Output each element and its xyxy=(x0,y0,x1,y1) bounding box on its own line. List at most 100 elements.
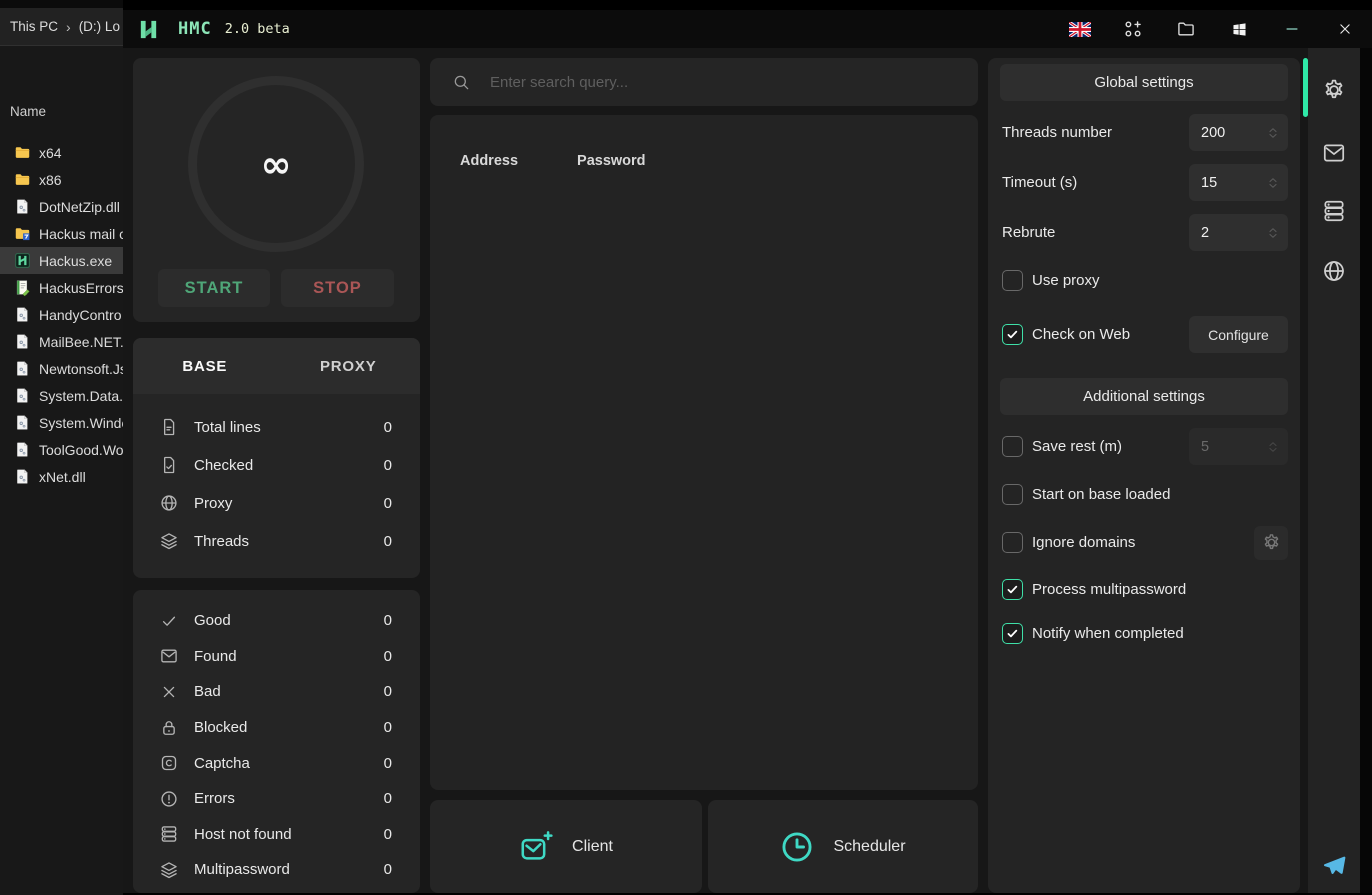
use-proxy-label: Use proxy xyxy=(1032,272,1100,289)
start-on-base-checkbox[interactable] xyxy=(1002,484,1023,505)
minimize-button[interactable] xyxy=(1281,18,1303,40)
start-on-base-row: Start on base loaded xyxy=(1002,476,1288,513)
stat-label: Host not found xyxy=(194,826,384,843)
windows-logo-icon xyxy=(1231,21,1248,38)
scheduler-button-label: Scheduler xyxy=(833,838,905,856)
file-row[interactable]: DotNetZip.dll xyxy=(0,193,123,220)
mail-icon xyxy=(1321,140,1347,166)
file-icon xyxy=(14,306,31,323)
tab-proxy[interactable]: PROXY xyxy=(277,338,421,394)
apps-add-button[interactable] xyxy=(1122,18,1144,40)
use-proxy-checkbox[interactable] xyxy=(1002,270,1023,291)
search-icon xyxy=(452,73,471,92)
rebrute-input[interactable]: 2 xyxy=(1189,214,1288,251)
ignore-domains-configure-button[interactable] xyxy=(1254,526,1288,560)
global-settings-header: Global settings xyxy=(1000,64,1288,101)
breadcrumb-drive[interactable]: (D:) Lo xyxy=(79,19,120,34)
stat-label: Errors xyxy=(194,790,384,807)
threads-number-input[interactable]: 200 xyxy=(1189,114,1288,151)
client-button-label: Client xyxy=(572,838,613,856)
explorer-top-strip xyxy=(0,0,123,8)
configure-button[interactable]: Configure xyxy=(1189,316,1288,353)
file-name: x86 xyxy=(39,172,62,188)
stat-value: 0 xyxy=(384,790,392,807)
timeout-label: Timeout (s) xyxy=(1002,174,1077,191)
mail-plus-icon xyxy=(519,830,553,864)
file-row[interactable]: System.Data.S xyxy=(0,382,123,409)
file-row[interactable]: Newtonsoft.Js xyxy=(0,355,123,382)
sidebar-settings-button[interactable] xyxy=(1308,73,1360,107)
file-name: Hackus mail c xyxy=(39,226,123,242)
hmc-app-window: HMC 2.0 beta ∞ START STOP BASE PROXY Tot xyxy=(123,10,1372,893)
file-name: System.Data.S xyxy=(39,388,123,404)
stop-button[interactable]: STOP xyxy=(281,269,394,307)
notify-completed-label: Notify when completed xyxy=(1032,625,1184,642)
nav-sidebar xyxy=(1308,48,1360,893)
sidebar-mail-button[interactable] xyxy=(1308,136,1360,170)
uk-flag-icon xyxy=(1069,22,1091,37)
timeout-row: Timeout (s) 15 xyxy=(1002,164,1288,201)
sidebar-web-button[interactable] xyxy=(1308,254,1360,288)
spinner-icon[interactable] xyxy=(1265,175,1281,191)
client-button[interactable]: Client xyxy=(430,800,702,893)
language-flag-button[interactable] xyxy=(1069,18,1091,40)
column-header-address: Address xyxy=(460,153,518,169)
start-button[interactable]: START xyxy=(158,269,270,307)
folder-icon xyxy=(1176,19,1196,39)
notify-completed-checkbox[interactable] xyxy=(1002,623,1023,644)
process-multipassword-checkbox[interactable] xyxy=(1002,579,1023,600)
file-row[interactable]: Hackus.exe xyxy=(0,247,123,274)
app-version: 2.0 beta xyxy=(225,21,290,37)
stat-label: Captcha xyxy=(194,755,384,772)
file-row[interactable]: HackusErrors. xyxy=(0,274,123,301)
stat-label: Good xyxy=(194,612,384,629)
file-row[interactable]: System.Windo xyxy=(0,409,123,436)
check-on-web-checkbox[interactable] xyxy=(1002,324,1023,345)
stat-value: 0 xyxy=(384,719,392,736)
file-row[interactable]: HandyContro xyxy=(0,301,123,328)
breadcrumb-this-pc[interactable]: This PC xyxy=(10,19,58,34)
save-rest-input[interactable]: 5 xyxy=(1189,428,1288,465)
file-icon xyxy=(14,144,31,161)
gear-icon xyxy=(1321,77,1347,103)
file-row[interactable]: Hackus mail c xyxy=(0,220,123,247)
file-row[interactable]: ToolGood.Wo xyxy=(0,436,123,463)
windows-button[interactable] xyxy=(1228,18,1250,40)
file-row[interactable]: x86 xyxy=(0,166,123,193)
stat-value: 0 xyxy=(384,861,392,878)
timeout-input[interactable]: 15 xyxy=(1189,164,1288,201)
telegram-button[interactable] xyxy=(1308,848,1360,882)
file-icon xyxy=(14,414,31,431)
stat-icon xyxy=(159,753,179,773)
stat-row: Found 0 xyxy=(133,639,420,675)
open-folder-button[interactable] xyxy=(1175,18,1197,40)
file-row[interactable]: MailBee.NET. xyxy=(0,328,123,355)
hmc-logo-icon xyxy=(137,18,160,41)
save-rest-checkbox[interactable] xyxy=(1002,436,1023,457)
stat-icon xyxy=(159,682,179,702)
column-header-name[interactable]: Name xyxy=(10,104,46,119)
apps-plus-icon xyxy=(1123,19,1143,39)
scheduler-button[interactable]: Scheduler xyxy=(708,800,978,893)
spinner-icon[interactable] xyxy=(1265,439,1281,455)
stat-label: Blocked xyxy=(194,719,384,736)
globe-icon xyxy=(1321,258,1347,284)
file-row[interactable]: xNet.dll xyxy=(0,463,123,490)
spinner-icon[interactable] xyxy=(1265,125,1281,141)
close-button[interactable] xyxy=(1334,18,1356,40)
minimize-icon xyxy=(1283,20,1301,38)
spinner-icon[interactable] xyxy=(1265,225,1281,241)
stat-label: Threads xyxy=(194,533,384,550)
file-icon xyxy=(14,387,31,404)
ignore-domains-checkbox[interactable] xyxy=(1002,532,1023,553)
clock-icon xyxy=(780,830,814,864)
sidebar-database-button[interactable] xyxy=(1308,194,1360,228)
file-row[interactable]: x64 xyxy=(0,139,123,166)
file-name: HackusErrors. xyxy=(39,280,123,296)
file-icon xyxy=(14,468,31,485)
search-input[interactable] xyxy=(490,74,930,91)
file-icon xyxy=(14,441,31,458)
file-icon xyxy=(14,225,31,242)
search-bar xyxy=(430,58,978,106)
tab-base[interactable]: BASE xyxy=(133,338,277,394)
